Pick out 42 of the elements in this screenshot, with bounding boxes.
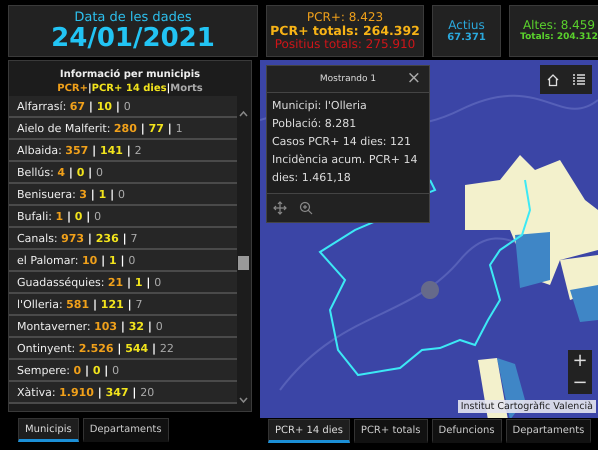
municipality-row[interactable]: Bellús: 4 | 0 | 0	[9, 162, 237, 184]
popup-field: Incidència acum. PCR+ 14 dies: 1.461,18	[272, 151, 424, 187]
municipality-row[interactable]: Benisuera: 3 | 1 | 0	[9, 184, 237, 206]
popup-field: Població: 8.281	[272, 115, 424, 133]
municipality-row[interactable]: el Palomar: 10 | 1 | 0	[9, 250, 237, 272]
active-label: Actius	[448, 18, 485, 32]
panel-title: Informació per municipis	[58, 69, 202, 80]
municipality-row[interactable]: Xàtiva: 1.910 | 347 | 20	[9, 382, 237, 404]
pcr-total: PCR+ totals: 264.392	[270, 24, 420, 38]
positive-total: Positius totals: 275.910	[274, 38, 416, 52]
municipality-row[interactable]: l'Olleria: 581 | 121 | 7	[9, 294, 237, 316]
map-attribution: Institut Cartogràfic Valencià	[458, 400, 596, 413]
pcr-count: PCR+: 8.423	[306, 10, 384, 24]
popup-title: Mostrando 1	[320, 74, 376, 84]
municipality-row[interactable]: Montaverner: 103 | 32 | 0	[9, 316, 237, 338]
popup-field: Municipi: l'Olleria	[272, 97, 424, 115]
discharged-count: Altes: 8.459	[522, 19, 596, 32]
legend: PCR+|PCR+ 14 dies|Morts	[9, 83, 251, 94]
municipality-row[interactable]: Sempere: 0 | 0 | 0	[9, 360, 237, 382]
municipality-row[interactable]: Albaida: 357 | 141 | 2	[9, 140, 237, 162]
list-icon[interactable]	[572, 72, 586, 86]
date-value: 24/01/2021	[51, 25, 215, 52]
popup-field: Casos PCR+ 14 dies: 121	[272, 133, 424, 151]
tab[interactable]: Departaments	[506, 419, 592, 443]
tab[interactable]: Defuncions	[432, 419, 502, 443]
close-icon[interactable]: ×	[406, 68, 421, 88]
municipality-row[interactable]: Ontinyent: 2.526 | 544 | 22	[9, 338, 237, 360]
home-icon[interactable]	[546, 72, 560, 86]
move-icon[interactable]	[273, 201, 287, 215]
discharged-total: Totals: 204.312	[520, 32, 598, 43]
zoom-to-icon[interactable]	[299, 201, 313, 215]
tab[interactable]: Municipis	[18, 418, 79, 442]
municipality-row[interactable]: Aielo de Malferit: 280 | 77 | 1	[9, 118, 237, 140]
tab[interactable]: Departaments	[82, 418, 169, 442]
date-label: Data de les dades	[74, 10, 192, 26]
municipality-row[interactable]: Alfarrasí: 67 | 10 | 0	[9, 96, 237, 118]
tab[interactable]: PCR+ totals	[354, 419, 428, 443]
active-count: 67.371	[447, 32, 486, 44]
municipality-row[interactable]: Bufali: 1 | 0 | 0	[9, 206, 237, 228]
municipality-row[interactable]: Canals: 973 | 236 | 7	[9, 228, 237, 250]
municipality-row[interactable]: Guadasséquies: 21 | 1 | 0	[9, 272, 237, 294]
tab[interactable]: PCR+ 14 dies	[268, 419, 350, 443]
